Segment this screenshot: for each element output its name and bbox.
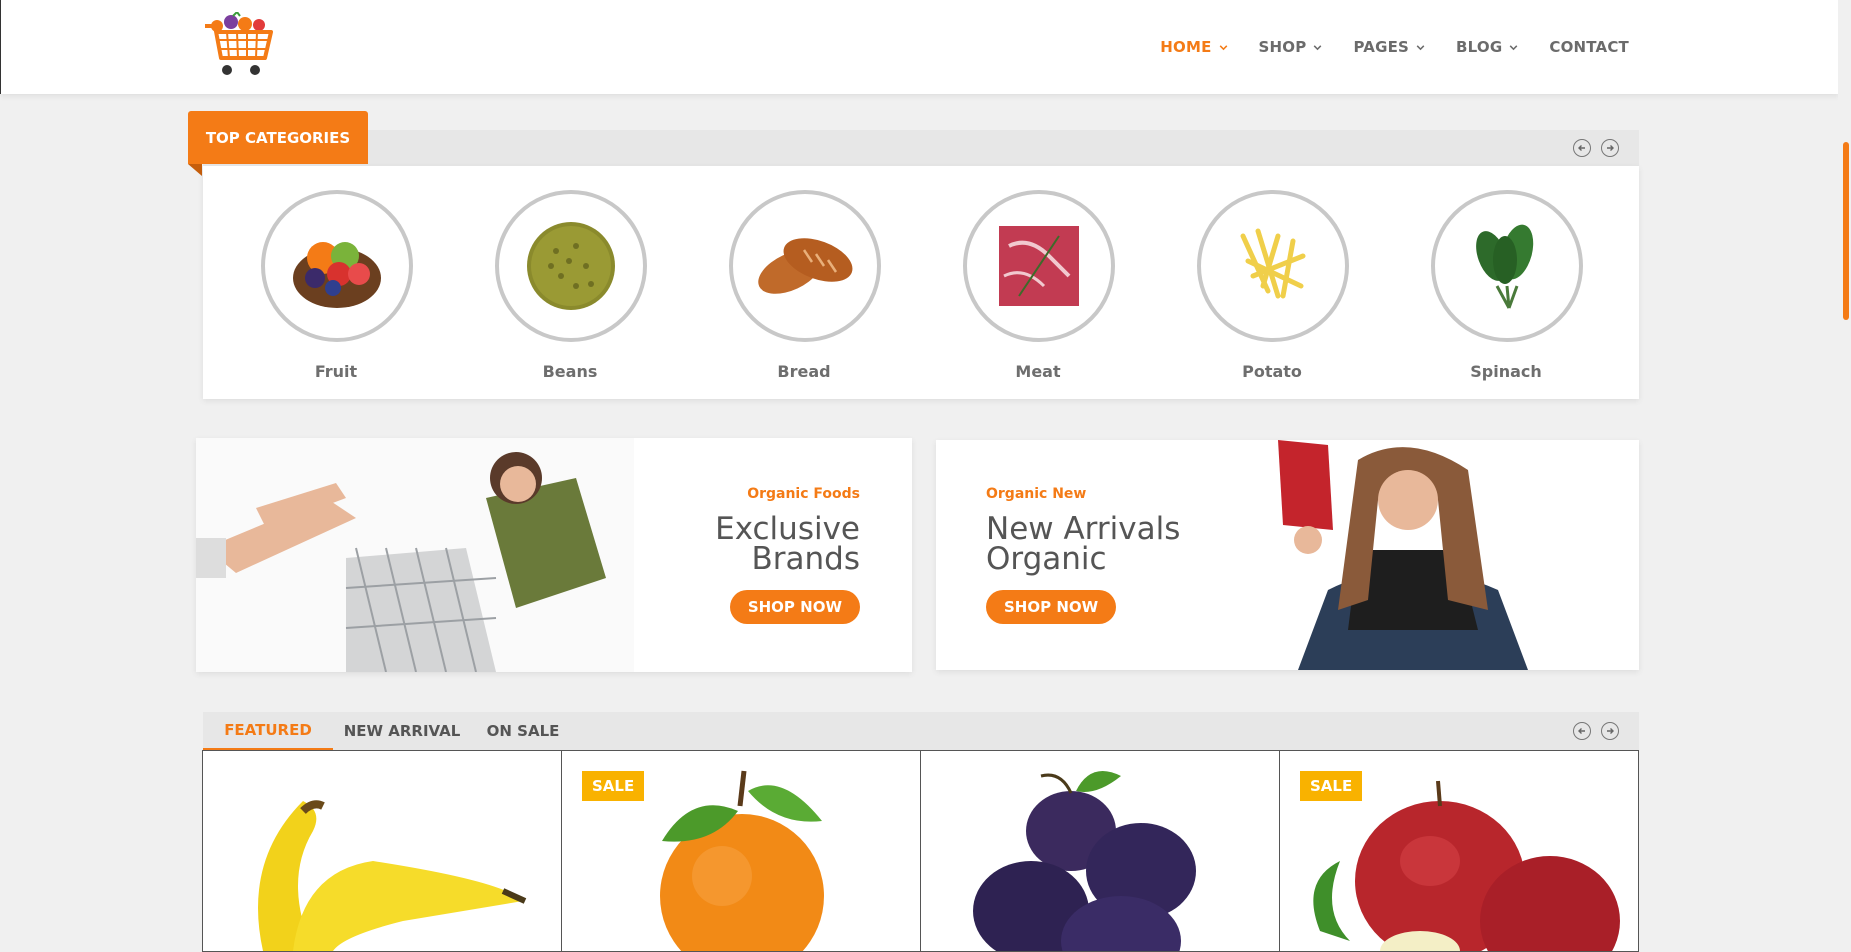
next-arrow-icon[interactable]	[1601, 722, 1619, 740]
banner-title-line: New Arrivals	[986, 511, 1181, 547]
categories-tab-fold	[188, 164, 202, 176]
fruit-basket-icon	[261, 190, 413, 342]
sale-badge: SALE	[1300, 771, 1363, 801]
nav-shop[interactable]: SHOP	[1259, 38, 1324, 56]
bread-icon	[729, 190, 881, 342]
nav-blog-label: BLOG	[1456, 38, 1503, 56]
prev-arrow-icon[interactable]	[1573, 722, 1591, 740]
category-fruit[interactable]: Fruit	[261, 190, 413, 381]
nav-pages[interactable]: PAGES	[1353, 38, 1426, 56]
potato-fries-icon	[1197, 190, 1349, 342]
product-card-orange[interactable]: SALE	[561, 750, 921, 952]
category-label: Meat	[1015, 362, 1061, 381]
prev-arrow-icon[interactable]	[1573, 139, 1591, 157]
product-tabs-strip: FEATURED NEW ARRIVAL ON SALE	[203, 712, 1639, 750]
woman-with-chips-image	[1258, 440, 1558, 670]
tab-on-sale[interactable]: ON SALE	[471, 712, 575, 750]
chevron-down-icon	[1416, 44, 1425, 50]
categories-title-tab: TOP CATEGORIES	[188, 111, 368, 164]
categories-panel: Fruit Beans Bread Meat Potato Spinach	[203, 166, 1639, 399]
banner-title: New Arrivals Organic	[986, 511, 1181, 577]
categories-carousel-arrows	[1573, 139, 1619, 157]
chevron-down-icon	[1314, 44, 1322, 50]
product-card-apple[interactable]: SALE	[1279, 750, 1639, 952]
banner-title-line: Exclusive	[715, 511, 860, 547]
product-grid: SALE SALE	[202, 750, 1639, 952]
nav-home-label: HOME	[1160, 38, 1212, 56]
tab-featured[interactable]: FEATURED	[203, 712, 333, 750]
banner-subtitle: Organic Foods	[747, 486, 860, 502]
banner-exclusive-brands[interactable]: Organic Foods Exclusive Brands SHOP NOW	[196, 438, 912, 672]
chevron-down-icon	[1219, 44, 1227, 50]
banner-new-arrivals[interactable]: Organic New New Arrivals Organic SHOP NO…	[936, 440, 1639, 670]
banner-subtitle: Organic New	[986, 486, 1087, 502]
category-label: Potato	[1242, 362, 1302, 381]
plum-image	[973, 771, 1196, 951]
category-spinach[interactable]: Spinach	[1431, 190, 1583, 381]
shopping-cart-logo[interactable]	[201, 10, 277, 78]
category-label: Spinach	[1470, 362, 1542, 381]
beans-icon	[495, 190, 647, 342]
category-potato[interactable]: Potato	[1197, 190, 1349, 381]
nav-home[interactable]: HOME	[1160, 38, 1228, 56]
category-bread[interactable]: Bread	[729, 190, 881, 381]
banner-title: Exclusive Brands	[715, 511, 861, 577]
categories-header-strip	[203, 130, 1639, 166]
category-label: Beans	[542, 362, 598, 381]
nav-contact-label: CONTACT	[1549, 38, 1629, 56]
category-label: Fruit	[314, 362, 358, 381]
category-beans[interactable]: Beans	[495, 190, 647, 381]
next-arrow-icon[interactable]	[1601, 139, 1619, 157]
chevron-down-icon	[1510, 44, 1518, 50]
category-meat[interactable]: Meat	[963, 190, 1115, 381]
shop-now-button[interactable]: SHOP NOW	[729, 590, 860, 624]
woman-in-cart-image	[196, 438, 634, 672]
tab-new-arrival[interactable]: NEW ARRIVAL	[333, 712, 471, 750]
category-label: Bread	[777, 362, 831, 381]
nav-blog[interactable]: BLOG	[1456, 38, 1519, 56]
spinach-icon	[1431, 190, 1583, 342]
nav-contact[interactable]: CONTACT	[1549, 38, 1629, 56]
nav-pages-label: PAGES	[1353, 38, 1410, 56]
product-card-plum[interactable]	[920, 750, 1280, 952]
shop-now-button[interactable]: SHOP NOW	[986, 590, 1117, 624]
products-carousel-arrows	[1573, 722, 1619, 740]
site-header: HOME SHOP PAGES BLOG CONTACT	[0, 0, 1839, 94]
banana-image	[258, 800, 527, 951]
nav-shop-label: SHOP	[1258, 38, 1307, 56]
banner-title-line: Brands	[751, 541, 861, 577]
main-nav: HOME SHOP PAGES BLOG CONTACT	[1160, 38, 1629, 56]
sale-badge: SALE	[582, 771, 645, 801]
product-card-banana[interactable]	[202, 750, 562, 952]
page-scrollbar[interactable]	[1838, 0, 1851, 932]
banner-title-line: Organic	[986, 541, 1107, 577]
scrollbar-thumb[interactable]	[1843, 142, 1849, 320]
meat-icon	[963, 190, 1115, 342]
